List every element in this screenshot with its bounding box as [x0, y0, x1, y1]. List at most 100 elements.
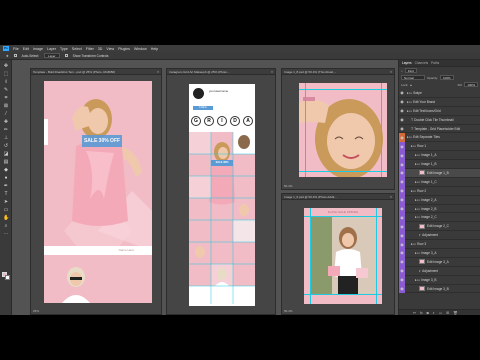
- folder-icon[interactable]: ▸▭: [415, 207, 420, 211]
- layer-row[interactable]: ◉ ▸▭ Image 2_C: [399, 212, 480, 223]
- tab-channels[interactable]: Channels: [415, 61, 428, 65]
- layer-row[interactable]: ◉ ▸▭ Edit Your Brand: [399, 98, 480, 107]
- document-window-2[interactable]: Instagram Grid Art Makeupb @ 25% (Photo.…: [166, 68, 276, 315]
- menu-layer[interactable]: Layer: [47, 47, 56, 51]
- adjustment-icon[interactable]: ◐: [433, 311, 435, 315]
- menu-select[interactable]: Select: [72, 47, 82, 51]
- visibility-eye-icon[interactable]: ◉: [399, 212, 405, 222]
- visibility-eye-icon[interactable]: ◉: [399, 186, 405, 196]
- history-brush-tool-icon[interactable]: ↺: [3, 143, 9, 149]
- fx-icon[interactable]: fx: [420, 311, 423, 315]
- layer-row[interactable]: ◉ ▸▭ Row 1: [399, 141, 480, 152]
- visibility-eye-icon[interactable]: ◉: [399, 204, 405, 213]
- eraser-tool-icon[interactable]: ◪: [3, 151, 9, 157]
- transform-controls-checkbox[interactable]: [64, 54, 68, 57]
- document-tab-4[interactable]: Image 1_6.psd @ 50.4% (Photo Addit... ×: [282, 194, 394, 200]
- folder-icon[interactable]: ▸▭: [415, 215, 420, 219]
- menu-view[interactable]: View: [106, 47, 114, 51]
- layer-row[interactable]: ◉ ▸▭ Image 3_A: [399, 248, 480, 258]
- menu-file[interactable]: File: [13, 47, 19, 51]
- dodge-tool-icon[interactable]: ●: [3, 175, 9, 181]
- zoom-tool-icon[interactable]: ⌕: [3, 223, 9, 229]
- document-tab-1[interactable]: Template - Bold Roadshot Tem...psd @ 25%…: [31, 69, 161, 75]
- auto-select-checkbox[interactable]: [13, 54, 17, 57]
- menu-filter[interactable]: Filter: [86, 47, 94, 51]
- layer-row[interactable]: ◉ T Template - Grid Placeholder Edit: [399, 125, 480, 134]
- lasso-tool-icon[interactable]: ℓ: [3, 79, 9, 85]
- background-color-swatch[interactable]: [5, 275, 10, 280]
- folder-icon[interactable]: ▸▭: [407, 91, 412, 95]
- visibility-eye-icon[interactable]: ◉: [399, 284, 405, 293]
- layer-thumbnail[interactable]: [419, 223, 425, 229]
- visibility-eye-icon[interactable]: ◉: [399, 159, 405, 169]
- layer-thumbnail[interactable]: [419, 286, 425, 292]
- auto-select-dropdown[interactable]: Layer: [44, 53, 60, 58]
- layer-thumbnail[interactable]: [419, 259, 425, 265]
- visibility-eye-icon[interactable]: ◉: [399, 141, 405, 151]
- folder-icon[interactable]: ▸▭: [411, 144, 416, 148]
- zoom-readout-4[interactable]: 50.4%: [284, 309, 293, 313]
- visibility-eye-icon[interactable]: ◉: [399, 195, 405, 205]
- folder-icon[interactable]: ▸▭: [415, 198, 420, 202]
- layer-row[interactable]: ◉ ▸▭ Image 1_B: [399, 159, 480, 170]
- layer-row[interactable]: ◉ Edit Image 2_C: [399, 221, 480, 232]
- document-window-1[interactable]: Template - Bold Roadshot Tem...psd @ 25%…: [30, 68, 162, 315]
- new-layer-icon[interactable]: ⊞: [446, 311, 449, 315]
- clone-stamp-tool-icon[interactable]: ⊥: [3, 135, 9, 141]
- document-window-4[interactable]: Image 1_6.psd @ 50.4% (Photo Addit... × …: [281, 193, 395, 315]
- move-tool-icon[interactable]: ✥: [3, 63, 9, 69]
- frame-tool-icon[interactable]: ⊠: [3, 103, 9, 109]
- layer-row[interactable]: ◉ ▸▭ Image 1_C: [399, 177, 480, 187]
- menu-plugins[interactable]: Plugins: [118, 47, 130, 51]
- folder-icon[interactable]: ▭: [439, 311, 442, 315]
- trash-icon[interactable]: 🗑︎: [453, 311, 457, 315]
- fill-input[interactable]: 100%: [464, 82, 478, 87]
- opacity-input[interactable]: 100%: [440, 75, 454, 80]
- tab-layers[interactable]: Layers: [402, 61, 412, 65]
- document-tab-3[interactable]: Image 1_8.psd @ 50.4% (Thumbnail,... ×: [282, 69, 394, 75]
- eyedropper-tool-icon[interactable]: ⁄: [3, 111, 9, 117]
- quick-select-tool-icon[interactable]: ✎: [3, 87, 9, 93]
- visibility-eye-icon[interactable]: ◉: [399, 266, 405, 276]
- menu-window[interactable]: Window: [134, 47, 147, 51]
- layer-row[interactable]: ◉ ▸▭ Edit Separate Tiles: [399, 132, 480, 143]
- tab-paths[interactable]: Paths: [431, 61, 439, 65]
- more-tools-icon[interactable]: ⋯: [3, 231, 9, 237]
- layer-thumbnail[interactable]: [419, 170, 425, 176]
- healing-tool-icon[interactable]: ✚: [3, 119, 9, 125]
- blur-tool-icon[interactable]: ◆: [3, 167, 9, 173]
- layer-row[interactable]: ◉ ▸▭ Image 2_A: [399, 195, 480, 205]
- type-tool-icon[interactable]: T: [3, 191, 9, 197]
- layer-row[interactable]: ◉ T Double Click Tile Thumbnail: [399, 116, 480, 125]
- folder-icon[interactable]: ▸▭: [415, 162, 420, 166]
- visibility-eye-icon[interactable]: ◉: [399, 150, 405, 160]
- layer-row[interactable]: ◉ ▸▭ Swipe: [399, 89, 480, 98]
- hand-tool-icon[interactable]: ✋: [3, 215, 9, 221]
- brush-tool-icon[interactable]: ✏: [3, 127, 9, 133]
- path-select-tool-icon[interactable]: ➤: [3, 199, 9, 205]
- folder-icon[interactable]: ▸▭: [411, 189, 416, 193]
- visibility-eye-icon[interactable]: ◉: [399, 115, 405, 124]
- lock-icon[interactable]: 🔒︎: [410, 83, 412, 87]
- menu-help[interactable]: Help: [151, 47, 158, 51]
- crop-tool-icon[interactable]: ⌗: [3, 95, 9, 101]
- search-icon[interactable]: ⌕: [401, 69, 403, 73]
- pen-tool-icon[interactable]: ✒: [3, 183, 9, 189]
- kind-filter-dropdown[interactable]: Kind: [404, 68, 417, 73]
- marquee-tool-icon[interactable]: ⬚: [3, 71, 9, 77]
- visibility-eye-icon[interactable]: ◉: [399, 239, 405, 249]
- layer-row[interactable]: ◉ ▸▭ Row 3: [399, 239, 480, 250]
- layer-row[interactable]: ◉ Edit Image 3_A: [399, 257, 480, 267]
- document-window-3[interactable]: Image 1_8.psd @ 50.4% (Thumbnail,... × 5…: [281, 68, 395, 190]
- layer-row[interactable]: ◉ ▸▭ Edit Text/Icons/Grid: [399, 107, 480, 116]
- move-tool-icon[interactable]: ✥: [6, 54, 9, 58]
- close-icon[interactable]: ×: [390, 70, 392, 74]
- folder-icon[interactable]: ▸▭: [407, 109, 412, 113]
- folder-icon[interactable]: ▸▭: [415, 153, 420, 157]
- visibility-eye-icon[interactable]: ◉: [399, 168, 405, 178]
- blend-mode-dropdown[interactable]: Normal: [401, 75, 425, 80]
- visibility-eye-icon[interactable]: ◉: [399, 132, 405, 142]
- close-icon[interactable]: ×: [157, 70, 159, 74]
- visibility-eye-icon[interactable]: ◉: [399, 106, 405, 115]
- layer-row[interactable]: ◉ Edit Image 1_B: [399, 168, 480, 178]
